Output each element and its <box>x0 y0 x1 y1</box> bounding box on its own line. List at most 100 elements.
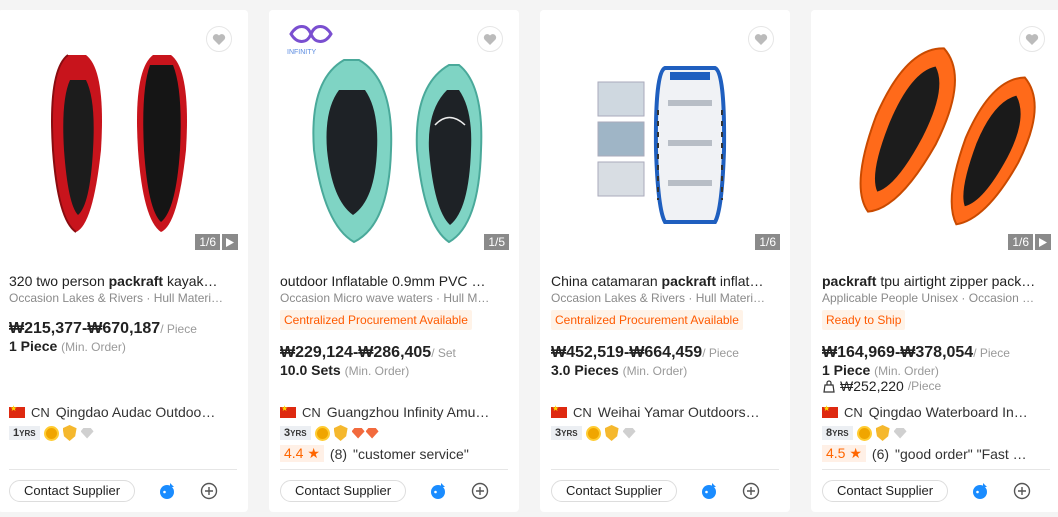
china-flag-icon <box>280 404 296 418</box>
rating-value: 4.5 <box>826 445 846 461</box>
divider <box>551 469 779 470</box>
image-counter: 1/6 <box>195 234 238 250</box>
image-counter-text: 1/6 <box>755 234 780 250</box>
infinity-logo-icon <box>289 25 333 43</box>
title-text: kayak… <box>163 273 218 289</box>
product-image[interactable]: INFINITY 1/5 <box>269 10 519 262</box>
china-flag-icon <box>9 404 25 418</box>
gold-medal-icon <box>43 425 59 441</box>
video-play-icon[interactable] <box>1035 234 1051 250</box>
favorite-heart-icon[interactable] <box>206 26 232 52</box>
min-order: 3.0 Pieces (Min. Order) <box>551 362 779 378</box>
product-card[interactable]: 1/6 China catamaran packraft inflat… Occ… <box>540 10 790 512</box>
price-range: ₩452,519-₩664,459/ Piece <box>551 344 779 362</box>
moq-note: (Min. Order) <box>344 364 410 378</box>
chat-icon[interactable] <box>699 481 719 501</box>
add-compare-icon[interactable] <box>1012 481 1032 501</box>
supplier-name[interactable]: Weihai Yamar Outdoors… <box>598 404 760 420</box>
supplier-badges: 8YRS <box>822 425 1050 441</box>
product-attributes: Occasion Lakes & Rivers · Hull Materi… <box>9 291 224 305</box>
product-attributes: Applicable People Unisex · Occasion … <box>822 291 1035 305</box>
ready-to-ship-badge: Ready to Ship <box>822 310 906 330</box>
sample-price-unit: /Piece <box>907 379 942 393</box>
supplier-badges: 3YRS <box>551 425 779 441</box>
product-title[interactable]: outdoor Inflatable 0.9mm PVC … <box>280 272 508 290</box>
title-keyword: packraft <box>822 273 877 289</box>
price-text: ₩215,377-₩670,187 <box>9 320 161 337</box>
price-text: ₩452,519-₩664,459 <box>551 344 703 361</box>
chat-icon[interactable] <box>970 481 990 501</box>
country-code: CN <box>573 404 592 420</box>
years-suffix: YRS <box>19 429 36 438</box>
video-play-icon[interactable] <box>222 234 238 250</box>
favorite-heart-icon[interactable] <box>748 26 774 52</box>
china-flag-icon <box>551 404 567 418</box>
verified-shield-icon <box>604 425 619 441</box>
favorite-heart-icon[interactable] <box>477 26 503 52</box>
supplier-row[interactable]: CN Qingdao Waterboard In… <box>822 404 1050 420</box>
star-icon: ★ <box>849 445 862 461</box>
years-badge: 1YRS <box>9 426 40 440</box>
product-card[interactable]: 1/6 packraft tpu airtight zipper pack… A… <box>811 10 1058 512</box>
supplier-row[interactable]: CN Guangzhou Infinity Amu… <box>280 404 508 420</box>
product-title[interactable]: China catamaran packraft inflat… <box>551 272 779 290</box>
price-range: ₩215,377-₩670,187/ Piece <box>9 320 237 338</box>
supplier-name[interactable]: Qingdao Audac Outdoo… <box>56 404 216 420</box>
supplier-badges: 3YRS <box>280 425 508 441</box>
rating-value: 4.4 <box>284 445 304 461</box>
favorite-heart-icon[interactable] <box>1019 26 1045 52</box>
product-image[interactable]: 1/6 <box>811 10 1058 262</box>
price-unit: / Piece <box>973 346 1010 360</box>
years-suffix: YRS <box>832 429 849 438</box>
product-image[interactable]: 1/6 <box>0 10 248 262</box>
image-counter-text: 1/6 <box>1008 234 1033 250</box>
divider <box>822 469 1050 470</box>
contact-supplier-button[interactable]: Contact Supplier <box>280 480 407 502</box>
chat-icon[interactable] <box>157 481 177 501</box>
contact-supplier-button[interactable]: Contact Supplier <box>822 480 949 502</box>
moq-value: 1 Piece <box>9 338 58 354</box>
svg-text:INFINITY: INFINITY <box>287 49 316 56</box>
moq-value: 10.0 Sets <box>280 362 341 378</box>
contact-supplier-button[interactable]: Contact Supplier <box>9 480 136 502</box>
diamond-icon <box>893 427 907 439</box>
star-icon: ★ <box>307 445 320 461</box>
gold-medal-icon <box>314 425 330 441</box>
supplier-name[interactable]: Qingdao Waterboard In… <box>869 404 1028 420</box>
review-count: (6) <box>871 445 890 462</box>
product-title[interactable]: 320 two person packraft kayak… <box>9 272 237 290</box>
moq-note: (Min. Order) <box>61 340 126 354</box>
add-compare-icon[interactable] <box>741 481 761 501</box>
title-keyword: packraft <box>661 273 716 289</box>
country-code: CN <box>302 404 321 420</box>
add-compare-icon[interactable] <box>470 481 490 501</box>
product-card[interactable]: 1/6 320 two person packraft kayak… Occas… <box>0 10 248 512</box>
years-badge: 8YRS <box>822 426 853 440</box>
supplier-row[interactable]: CN Weihai Yamar Outdoors… <box>551 404 779 420</box>
years-badge: 3YRS <box>551 426 582 440</box>
price-range: ₩229,124-₩286,405/ Set <box>280 344 508 362</box>
product-card[interactable]: INFINITY 1/5 outdoor Inflatable 0.9mm PV… <box>269 10 519 512</box>
rating-badge: 4.4 ★ <box>280 445 324 462</box>
add-compare-icon[interactable] <box>199 481 219 501</box>
sample-price-value: ₩252,220 <box>840 378 904 394</box>
image-counter-text: 1/6 <box>195 234 220 250</box>
supplier-row[interactable]: CN Qingdao Audac Outdoo… <box>9 404 237 420</box>
sample-price: ₩252,220/Piece <box>822 378 1050 394</box>
country-code: CN <box>31 404 50 420</box>
product-title[interactable]: packraft tpu airtight zipper pack… <box>822 272 1050 290</box>
chat-icon[interactable] <box>428 481 448 501</box>
supplier-name[interactable]: Guangzhou Infinity Amu… <box>327 404 490 420</box>
product-attributes: Occasion Micro wave waters · Hull M… <box>280 291 490 305</box>
sample-bag-icon <box>823 379 835 393</box>
years-suffix: YRS <box>290 429 307 438</box>
country-code: CN <box>844 404 863 420</box>
product-image[interactable]: 1/6 <box>540 10 790 262</box>
verified-shield-icon <box>333 425 348 441</box>
diamond-icon <box>80 427 94 439</box>
price-unit: / Piece <box>160 322 197 336</box>
procurement-badge: Centralized Procurement Available <box>280 310 472 330</box>
years-badge: 3YRS <box>280 426 311 440</box>
price-range: ₩164,969-₩378,054/ Piece <box>822 344 1050 362</box>
contact-supplier-button[interactable]: Contact Supplier <box>551 480 678 502</box>
